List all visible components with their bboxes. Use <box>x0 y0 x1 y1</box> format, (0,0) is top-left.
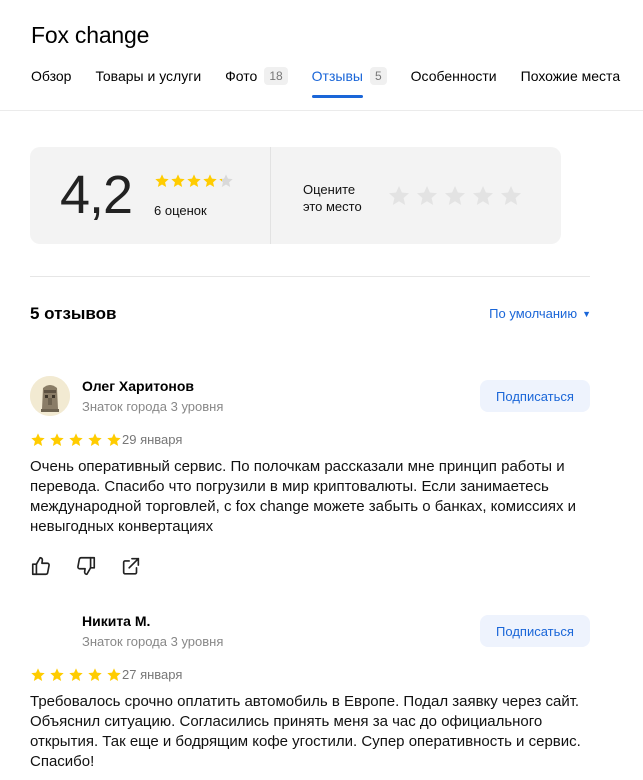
tab-label: Похожие места <box>520 68 621 84</box>
review-text: Требовалось срочно оплатить автомобиль в… <box>30 693 581 770</box>
sort-label: По умолчанию <box>489 306 578 321</box>
tab-overview[interactable]: Обзор <box>31 68 71 98</box>
tab-photos[interactable]: Фото 18 <box>225 67 288 98</box>
star-icon <box>30 667 49 688</box>
tab-label: Товары и услуги <box>95 68 202 84</box>
tab-count-badge: 5 <box>369 67 387 85</box>
header-divider <box>0 110 643 111</box>
rating-count: 6 оценок <box>154 203 207 218</box>
star-icon <box>68 667 87 688</box>
star-icon <box>30 432 49 453</box>
tab-label: Особенности <box>410 68 497 84</box>
tab-goods-services[interactable]: Товары и услуги <box>95 68 201 98</box>
review-card: Олег Харитонов Знаток города 3 уровня По… <box>30 376 590 586</box>
author-level: Знаток города 3 уровня <box>82 634 224 649</box>
rate-stars-input[interactable] <box>387 184 527 213</box>
review-date: 27 января <box>122 667 183 682</box>
rate-star-icon[interactable] <box>387 184 415 213</box>
star-icon <box>202 173 218 194</box>
sort-dropdown[interactable]: По умолчанию ▼ <box>489 306 591 321</box>
review-author[interactable]: Никита М. <box>82 613 150 629</box>
tab-similar-places[interactable]: Похожие места <box>521 68 620 98</box>
rate-star-icon[interactable] <box>443 184 471 213</box>
tabs-bar: Обзор Товары и услуги Фото 18 Отзывы 5 О… <box>31 67 643 98</box>
card-divider <box>270 147 271 244</box>
tab-label: Фото <box>225 68 258 84</box>
review-actions <box>30 555 165 577</box>
star-icon <box>218 173 234 194</box>
rating-value: 4,2 <box>60 165 133 225</box>
author-level: Знаток города 3 уровня <box>82 399 224 414</box>
tab-reviews[interactable]: Отзывы 5 <box>311 67 387 98</box>
section-divider <box>30 276 590 277</box>
star-icon <box>87 667 106 688</box>
rating-summary-card: 4,2 6 оценок Оцените это место <box>30 147 561 244</box>
avatar[interactable] <box>30 376 70 416</box>
tab-label: Отзывы <box>311 68 363 84</box>
share-icon[interactable] <box>120 555 142 577</box>
page-title: Fox change <box>31 22 150 48</box>
star-icon <box>87 432 106 453</box>
star-icon <box>49 667 68 688</box>
thumb-up-icon[interactable] <box>30 555 52 577</box>
caret-down-icon: ▼ <box>582 308 591 319</box>
rate-star-icon[interactable] <box>471 184 499 213</box>
star-icon <box>154 173 170 194</box>
subscribe-button[interactable]: Подписаться <box>480 615 590 647</box>
review-text: Очень оперативный сервис. По полочкам ра… <box>30 458 576 535</box>
review-date: 29 января <box>122 432 183 447</box>
tab-label: Обзор <box>31 68 72 84</box>
review-stars <box>30 432 125 453</box>
rate-star-icon[interactable] <box>415 184 443 213</box>
review-author[interactable]: Олег Харитонов <box>82 378 194 394</box>
review-card: Никита М. Знаток города 3 уровня Подписа… <box>30 611 590 780</box>
star-icon <box>49 432 68 453</box>
active-tab-indicator <box>311 95 363 98</box>
star-icon <box>68 432 87 453</box>
rating-stars <box>154 173 234 194</box>
rate-star-icon[interactable] <box>499 184 527 213</box>
rate-prompt: Оцените это место <box>303 182 362 214</box>
star-icon <box>186 173 202 194</box>
tab-count-badge: 18 <box>264 67 288 85</box>
subscribe-button[interactable]: Подписаться <box>480 380 590 412</box>
reviews-count: 5 отзывов <box>30 304 117 323</box>
star-icon <box>170 173 186 194</box>
tab-features[interactable]: Особенности <box>411 68 497 98</box>
review-stars <box>30 667 125 688</box>
thumb-down-icon[interactable] <box>75 555 97 577</box>
